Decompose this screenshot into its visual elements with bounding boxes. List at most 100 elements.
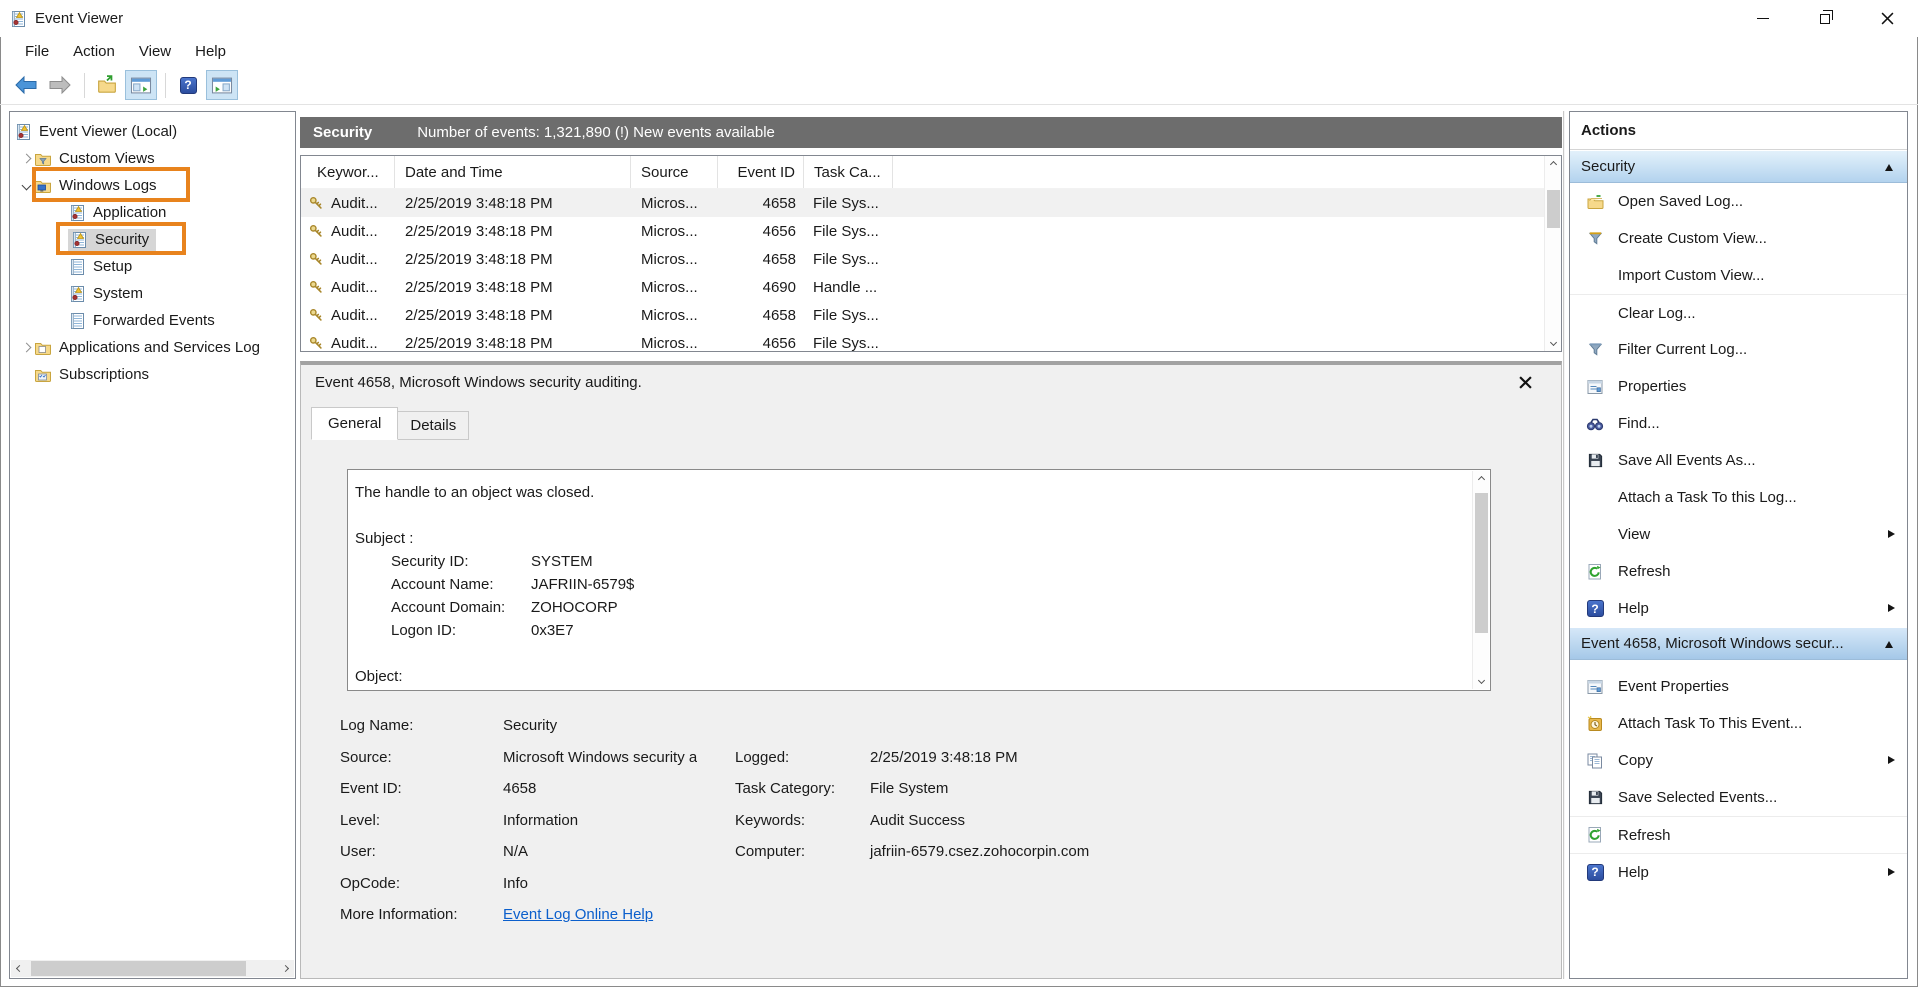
floppy-icon (1582, 452, 1608, 470)
toolbar-help-button[interactable] (172, 70, 204, 100)
scrollbar-thumb[interactable] (1547, 190, 1560, 228)
folder-export-icon (97, 75, 117, 95)
event-description: The handle to an object was closed. (355, 481, 1466, 504)
actions-group-event[interactable]: Event 4658, Microsoft Windows secur... (1570, 627, 1907, 660)
event-log-online-help-link[interactable]: Event Log Online Help (503, 906, 653, 923)
tab-details[interactable]: Details (398, 411, 469, 440)
event-preview-pane: Event 4658, Microsoft Windows security a… (300, 361, 1562, 979)
collapse-icon[interactable] (1885, 641, 1893, 648)
scroll-right-icon[interactable] (277, 960, 294, 977)
key-icon (307, 222, 325, 240)
menu-file[interactable]: File (13, 39, 61, 64)
object-label: Object: (355, 665, 1466, 688)
action-find[interactable]: Find... (1570, 405, 1907, 442)
action-import-custom-view[interactable]: Import Custom View... (1570, 257, 1907, 294)
toolbar-back-button[interactable] (10, 70, 42, 100)
floppy-icon (1582, 789, 1608, 807)
event-list-header: Keywor... Date and Time Source Event ID … (301, 156, 1561, 189)
column-header-date[interactable]: Date and Time (395, 156, 631, 188)
action-refresh[interactable]: Refresh (1570, 553, 1907, 590)
column-header-event-id[interactable]: Event ID (718, 156, 804, 188)
action-properties[interactable]: Properties (1570, 368, 1907, 405)
expander-collapsed-icon[interactable] (18, 155, 34, 162)
event-viewer-icon (14, 123, 32, 141)
scroll-up-icon[interactable] (1473, 471, 1490, 488)
event-row[interactable]: Audit... 2/25/2019 3:48:18 PM Micros... … (301, 217, 1561, 245)
restore-button[interactable] (1794, 0, 1856, 37)
toolbar-separator (165, 73, 166, 98)
scroll-down-icon[interactable] (1473, 672, 1490, 689)
tree-horizontal-scrollbar[interactable] (11, 960, 294, 977)
column-header-task-category[interactable]: Task Ca... (804, 156, 893, 188)
action-clear-log[interactable]: Clear Log... (1570, 294, 1907, 331)
action-save-selected-events[interactable]: Save Selected Events... (1570, 779, 1907, 816)
expander-collapsed-icon[interactable] (18, 344, 34, 351)
toolbar-forward-button[interactable] (44, 70, 76, 100)
key-icon (307, 278, 325, 296)
tree-item-system[interactable]: System (10, 280, 295, 307)
action-create-custom-view[interactable]: Create Custom View... (1570, 220, 1907, 257)
minimize-button[interactable] (1732, 0, 1794, 37)
scroll-up-icon[interactable] (1545, 156, 1562, 173)
scrollbar-thumb[interactable] (1475, 493, 1488, 633)
event-row[interactable]: Audit... 2/25/2019 3:48:18 PM Micros... … (301, 245, 1561, 273)
task-icon (1582, 715, 1608, 733)
toolbar-export-button[interactable] (91, 70, 123, 100)
action-attach-task-to-log[interactable]: Attach a Task To this Log... (1570, 479, 1907, 516)
event-row[interactable]: Audit... 2/25/2019 3:48:18 PM Micros... … (301, 273, 1561, 301)
event-row[interactable]: Audit... 2/25/2019 3:48:18 PM Micros... … (301, 301, 1561, 329)
preview-title: Event 4658, Microsoft Windows security a… (315, 374, 642, 391)
scroll-left-icon[interactable] (11, 960, 28, 977)
properties-icon (1582, 378, 1608, 396)
action-attach-task-to-event[interactable]: Attach Task To This Event... (1570, 705, 1907, 742)
column-header-source[interactable]: Source (631, 156, 718, 188)
action-refresh-event[interactable]: Refresh (1570, 816, 1907, 853)
tree-item-setup[interactable]: Setup (10, 253, 295, 280)
tree-item-subscriptions[interactable]: Subscriptions (10, 361, 295, 388)
description-scrollbar[interactable] (1472, 471, 1489, 689)
event-row[interactable]: Audit... 2/25/2019 3:48:18 PM Micros... … (301, 329, 1561, 352)
action-view[interactable]: View (1570, 516, 1907, 553)
event-list-scrollbar[interactable] (1544, 156, 1561, 351)
menu-action[interactable]: Action (61, 39, 127, 64)
open-folder-icon (1582, 193, 1608, 211)
close-button[interactable] (1856, 0, 1918, 37)
action-save-all-events-as[interactable]: Save All Events As... (1570, 442, 1907, 479)
menu-view[interactable]: View (127, 39, 183, 64)
scrollbar-thumb[interactable] (31, 961, 246, 976)
key-icon (307, 250, 325, 268)
toolbar-console-tree-toggle[interactable] (125, 70, 157, 100)
preview-close-button[interactable] (1515, 372, 1535, 392)
custom-views-folder-icon (34, 150, 52, 168)
action-help[interactable]: Help (1570, 590, 1907, 627)
event-row[interactable]: Audit... 2/25/2019 3:48:18 PM Micros... … (301, 189, 1561, 217)
refresh-icon (1582, 563, 1608, 581)
action-copy[interactable]: Copy (1570, 742, 1907, 779)
key-icon (307, 334, 325, 352)
action-help-event[interactable]: Help (1570, 853, 1907, 890)
action-event-properties[interactable]: Event Properties (1570, 668, 1907, 705)
tree-item-forwarded-events[interactable]: Forwarded Events (10, 307, 295, 334)
column-header-keywords[interactable]: Keywor... (301, 156, 395, 188)
log-plain-icon (68, 312, 86, 330)
pane-splitter[interactable] (1563, 111, 1565, 979)
collapse-icon[interactable] (1885, 164, 1893, 171)
scroll-down-icon[interactable] (1545, 334, 1562, 351)
properties-icon (1582, 678, 1608, 696)
annotation-box-windows-logs (32, 167, 190, 202)
tree-item-applications-and-services[interactable]: Applications and Services Log (10, 334, 295, 361)
actions-group-security[interactable]: Security (1570, 150, 1907, 183)
action-filter-current-log[interactable]: Filter Current Log... (1570, 331, 1907, 368)
annotation-box-security (56, 222, 186, 255)
toolbar-action-pane-toggle[interactable] (206, 70, 238, 100)
actions-panel: Actions Security Open Saved Log... Creat… (1569, 111, 1908, 979)
event-description-box[interactable]: The handle to an object was closed. Subj… (347, 469, 1491, 691)
restore-icon (1820, 14, 1830, 24)
console-tree-icon (130, 76, 152, 95)
help-icon (1587, 600, 1604, 617)
tab-general[interactable]: General (311, 407, 398, 440)
key-icon (307, 306, 325, 324)
tree-item-event-viewer-local[interactable]: Event Viewer (Local) (10, 118, 295, 145)
action-open-saved-log[interactable]: Open Saved Log... (1570, 183, 1907, 220)
menu-help[interactable]: Help (183, 39, 238, 64)
